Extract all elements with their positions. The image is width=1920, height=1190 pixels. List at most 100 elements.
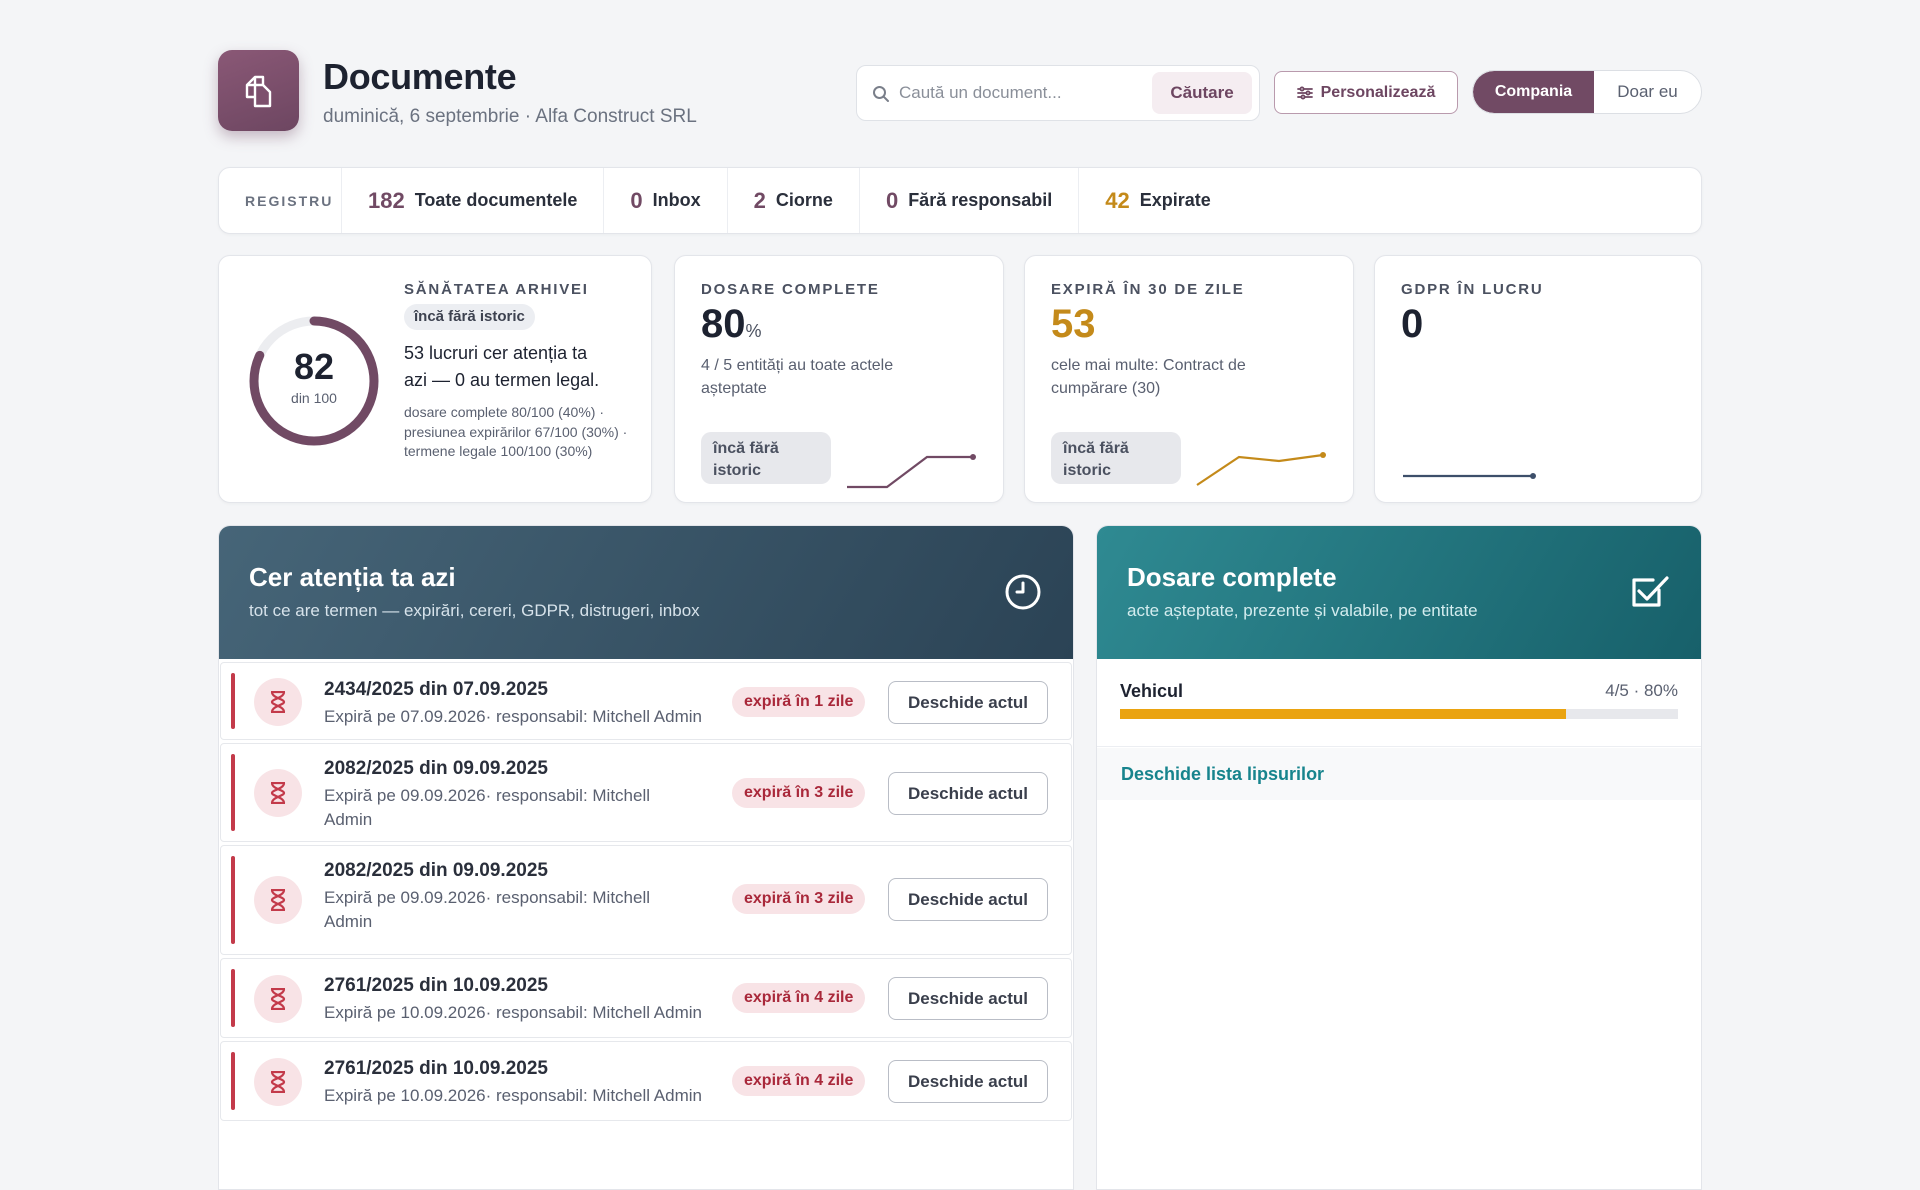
registry-item-label: Expirate (1139, 190, 1211, 210)
attention-row: 2761/2025 din 10.09.2025 Expiră pe 10.09… (220, 1041, 1072, 1121)
registry-item-drafts[interactable]: 2 Ciorne (726, 168, 859, 233)
entity-name: Vehicul (1120, 681, 1184, 701)
registry-item-unassigned[interactable]: 0 Fără responsabil (858, 168, 1078, 233)
health-score: 82 (293, 346, 335, 387)
registry-item-label: Toate documentele (414, 190, 578, 210)
page-header: Documente duminică, 6 septembrie · Alfa … (218, 50, 1702, 140)
document-number: 2082/2025 din 09.09.2025 (324, 860, 548, 881)
expiry-chip: expiră în 4 zile (732, 1066, 866, 1096)
expiry-chip: expiră în 3 zile (732, 778, 866, 808)
dossiers-title: Dosare complete (1127, 562, 1337, 592)
kpi-history-pill: încă fără istoric (1051, 432, 1181, 484)
documents-app-icon (218, 50, 299, 131)
document-expiry-info: Expiră pe 09.09.2026· responsabil: Mitch… (324, 888, 651, 931)
health-summary: 53 lucruri cer atenția ta azi — 0 au ter… (404, 343, 600, 390)
scope-company-button[interactable]: Compania (1473, 71, 1594, 113)
document-expiry-info: Expiră pe 10.09.2026· responsabil: Mitch… (324, 1086, 702, 1105)
open-document-button[interactable]: Deschide actul (888, 681, 1048, 724)
kpi-title: GDPR ÎN LUCRU (1401, 281, 1544, 298)
health-score-scale: din 100 (291, 390, 337, 406)
health-history-badge: încă fără istoric (404, 304, 535, 330)
hourglass-icon (254, 769, 302, 817)
document-expiry-info: Expiră pe 10.09.2026· responsabil: Mitch… (324, 1003, 702, 1022)
page-title: Documente (323, 56, 517, 97)
registry-item-all[interactable]: 182 Toate documentele (341, 168, 603, 233)
kpi-complete-dossiers[interactable]: DOSARE COMPLETE 80% 4 / 5 entități au to… (674, 255, 1004, 503)
health-breakdown: dosare complete 80/100 (40%) · presiunea… (404, 404, 628, 459)
registry-item-inbox[interactable]: 0 Inbox (603, 168, 726, 233)
health-title: SĂNĂTATEA ARHIVEI (404, 281, 589, 298)
registry-count: 0 (630, 187, 643, 213)
kpi-history-pill: încă fără istoric (701, 432, 831, 484)
archive-health-card: 82 din 100 SĂNĂTATEA ARHIVEI încă fără i… (218, 255, 652, 503)
urgency-bar (231, 754, 235, 831)
registry-label: REGISTRU (245, 192, 334, 209)
kpi-gdpr-in-progress[interactable]: GDPR ÎN LUCRU 0 (1374, 255, 1702, 503)
kpi-value: 80% (701, 302, 762, 346)
urgency-bar (231, 1052, 235, 1110)
kpi-value: 0 (1401, 302, 1424, 346)
scope-me-button[interactable]: Doar eu (1594, 71, 1701, 113)
document-number: 2082/2025 din 09.09.2025 (324, 758, 548, 779)
complete-dossiers-panel: Dosare complete acte așteptate, prezente… (1096, 525, 1702, 1190)
search-box: Căutare (856, 65, 1260, 121)
document-number: 2761/2025 din 10.09.2025 (324, 1058, 548, 1079)
checkbox-checked-icon (1632, 576, 1669, 607)
registry-item-expired[interactable]: 42 Expirate (1078, 168, 1237, 233)
customize-button-label: Personalizează (1320, 83, 1436, 101)
hourglass-icon (254, 1058, 302, 1106)
registry-count: 42 (1105, 187, 1130, 213)
missing-list-link[interactable]: Deschide lista lipsurilor (1097, 748, 1701, 800)
kpi-sparkline (1403, 473, 1536, 479)
attention-row: 2434/2025 din 07.09.2025 Expiră pe 07.09… (220, 662, 1072, 740)
urgency-bar (231, 673, 235, 729)
registry-item-label: Fără responsabil (908, 190, 1053, 210)
attention-title: Cer atenția ta azi (249, 562, 456, 592)
hourglass-icon (254, 876, 302, 924)
document-expiry-info: Expiră pe 09.09.2026· responsabil: Mitch… (324, 786, 651, 829)
kpi-sparkline (847, 454, 976, 489)
attention-row: 2082/2025 din 09.09.2025 Expiră pe 09.09… (220, 845, 1072, 955)
registry-count: 0 (885, 187, 899, 213)
hourglass-icon (254, 678, 302, 726)
expiry-chip: expiră în 1 zile (732, 687, 866, 717)
attention-row: 2082/2025 din 09.09.2025 Expiră pe 09.09… (220, 743, 1072, 842)
kpi-sparkline (1196, 452, 1326, 486)
attention-panel: Cer atenția ta azi tot ce are termen — e… (218, 525, 1074, 1190)
open-document-button[interactable]: Deschide actul (888, 977, 1048, 1020)
customize-button[interactable]: Personalizează (1274, 71, 1458, 114)
registry-item-label: Inbox (652, 190, 701, 210)
search-icon (873, 86, 889, 102)
open-document-button[interactable]: Deschide actul (888, 1060, 1048, 1103)
search-input[interactable] (899, 78, 1139, 108)
dossiers-panel-header: Dosare complete acte așteptate, prezente… (1097, 526, 1701, 659)
urgency-bar (231, 969, 235, 1027)
attention-panel-header: Cer atenția ta azi tot ce are termen — e… (219, 526, 1073, 659)
entity-progress-fill (1120, 709, 1567, 719)
kpi-description: 4 / 5 entități au toate actele așteptate (701, 357, 894, 397)
documents-dashboard: Documente duminică, 6 septembrie · Alfa … (218, 50, 1702, 1190)
expiry-chip: expiră în 3 zile (732, 884, 866, 914)
registry-item-label: Ciorne (775, 190, 833, 210)
open-document-button[interactable]: Deschide actul (888, 878, 1048, 921)
document-number: 2761/2025 din 10.09.2025 (324, 975, 548, 996)
kpi-unit: % (745, 321, 762, 341)
open-document-button[interactable]: Deschide actul (888, 772, 1048, 815)
kpi-value: 53 (1051, 302, 1096, 346)
expiry-chip: expiră în 4 zile (732, 983, 866, 1013)
sliders-icon (1296, 85, 1313, 99)
kpi-description: cele mai multe: Contract de cumpărare (3… (1051, 357, 1246, 397)
search-button[interactable]: Căutare (1152, 72, 1252, 114)
kpi-expiring-30-days[interactable]: EXPIRĂ ÎN 30 DE ZILE 53 cele mai multe: … (1024, 255, 1354, 503)
kpi-title: DOSARE COMPLETE (701, 281, 880, 298)
entity-completeness: 4/5 · 80% (1605, 681, 1678, 700)
entity-progress-track (1120, 709, 1678, 719)
hourglass-icon (254, 975, 302, 1023)
registry-bar: REGISTRU 182 Toate documentele 0 Inbox 2… (218, 167, 1702, 234)
attention-row: 2761/2025 din 10.09.2025 Expiră pe 10.09… (220, 958, 1072, 1038)
document-number: 2434/2025 din 07.09.2025 (324, 679, 548, 700)
entity-row-vehicle[interactable]: Vehicul 4/5 · 80% (1097, 659, 1701, 747)
document-expiry-info: Expiră pe 07.09.2026· responsabil: Mitch… (324, 707, 702, 726)
dossiers-subtitle: acte așteptate, prezente și valabile, pe… (1127, 601, 1478, 620)
clock-icon (1005, 574, 1041, 610)
